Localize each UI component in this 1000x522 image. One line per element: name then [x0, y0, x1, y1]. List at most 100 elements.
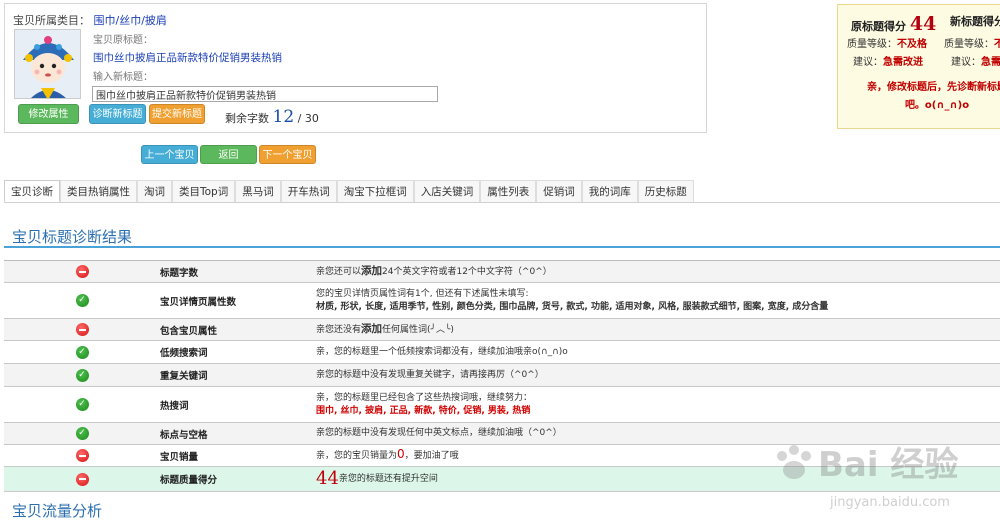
advice-value: 急需改进	[883, 57, 923, 68]
new-title-input[interactable]	[92, 86, 438, 102]
tab-title-history[interactable]: 历史标题	[637, 180, 694, 202]
tab-entry-keywords[interactable]: 入店关键词	[413, 180, 481, 202]
product-card: 宝贝所属类目： 围巾/丝巾/披肩 宝贝原标题： 围巾丝巾披肩正品新款特价促销男装…	[4, 3, 707, 133]
tab-attribute-list[interactable]: 属性列表	[480, 180, 537, 202]
orig-score-label: 原标题得分	[851, 20, 906, 33]
fail-icon	[75, 323, 89, 336]
row-detail: 您的宝贝详情页属性词有1个, 但还有下述属性未填写: 材质, 形状, 长度, 适…	[316, 288, 1000, 314]
row-label: 热搜词	[160, 400, 189, 412]
row-label: 标题字数	[160, 267, 199, 279]
table-row: ✓ 宝贝详情页属性数 您的宝贝详情页属性词有1个, 但还有下述属性未填写: 材质…	[4, 283, 1000, 319]
tab-my-word-library[interactable]: 我的词库	[581, 180, 638, 202]
new-score-heading: 新标题得分	[950, 15, 1000, 28]
row-detail: 亲您还没有添加任何属性词(╯︿╰)	[316, 323, 1000, 337]
table-row: 标题字数 亲您还可以添加24个英文字符或者12个中文字符（^0^）	[4, 261, 1000, 283]
tab-promo-words[interactable]: 促销词	[536, 180, 582, 202]
row-detail: 44亲您的标题还有提升空间	[316, 470, 1000, 488]
next-item-button[interactable]: 下一个宝贝	[259, 145, 316, 164]
category-link[interactable]: 围巾/丝巾/披肩	[94, 14, 167, 27]
modify-attributes-button[interactable]: 修改属性	[18, 104, 79, 124]
tab-category-hot-attributes[interactable]: 类目热销属性	[60, 180, 137, 202]
hot-words-list: 围巾, 丝巾, 披肩, 正品, 新款, 特价, 促销, 男装, 热销	[316, 405, 531, 416]
new-title-label: 输入新标题：	[93, 72, 153, 83]
remaining-chars: 剩余字数 12 / 30	[225, 107, 319, 127]
orig-score-value: 44	[909, 13, 937, 35]
table-row: 标题质量得分 44亲您的标题还有提升空间	[4, 467, 1000, 492]
diagnosis-section-title: 宝贝标题诊断结果	[12, 228, 133, 246]
title-score: 44	[316, 468, 339, 489]
detail-text: 您的宝贝详情页属性词有1个, 但还有下述属性未填写:	[316, 288, 529, 299]
orig-advice-row: 建议：急需改进	[853, 53, 923, 68]
fail-icon	[75, 449, 89, 462]
row-label: 低频搜索词	[160, 348, 208, 359]
row-label: 宝贝详情页属性数	[160, 296, 237, 308]
table-row: ✓ 标点与空格 亲您的标题中没有发现任何中英文标点，继续加油哦（^0^）	[4, 423, 1000, 445]
tab-tao-words[interactable]: 淘词	[137, 180, 172, 202]
prev-item-button[interactable]: 上一个宝贝	[141, 145, 198, 164]
pass-icon: ✓	[75, 427, 89, 440]
quality-value: 不及格	[897, 39, 927, 50]
table-row: 宝贝销量 亲，您的宝贝销量为0，要加油了哦	[4, 445, 1000, 467]
sales-count: 0	[397, 447, 405, 461]
pass-icon: ✓	[75, 398, 89, 411]
detail-text: 亲您还没有	[316, 324, 362, 335]
back-button[interactable]: 返回	[200, 145, 257, 164]
tab-dropdown-words[interactable]: 淘宝下拉框词	[336, 180, 414, 202]
row-label: 标题质量得分	[160, 475, 218, 486]
category-row: 宝贝所属类目： 围巾/丝巾/披肩	[13, 12, 167, 28]
detail-text: 任何属性词(╯︿╰)	[382, 324, 454, 335]
product-thumbnail	[14, 29, 81, 99]
new-quality-row: 质量等级：不	[944, 35, 1000, 50]
table-row: ✓ 热搜词 亲，您的标题里已经包含了这些热搜词哦，继续努力： 围巾, 丝巾, 披…	[4, 387, 1000, 423]
tab-bar: 宝贝诊断 类目热销属性 淘词 类目Top词 黑马词 开车热词 淘宝下拉框词 入店…	[4, 180, 694, 202]
advice-label: 建议：	[951, 57, 981, 68]
pass-icon: ✓	[75, 294, 89, 307]
quality-label: 质量等级：	[944, 39, 994, 50]
category-label: 宝贝所属类目：	[13, 14, 90, 27]
table-row: ✓ 重复关键词 亲您的标题中没有发现重复关键字，请再接再厉（^0^）	[4, 364, 1000, 387]
orig-score-heading: 原标题得分 44	[851, 13, 936, 35]
detail-text: 亲，您的标题里已经包含了这些热搜词哦，继续努力：	[316, 392, 533, 403]
diagnose-title-button[interactable]: 诊断新标题	[89, 104, 146, 124]
section-divider	[4, 246, 1000, 248]
missing-attributes: 材质, 形状, 长度, 适用季节, 性别, 颜色分类, 围巾品牌, 货号, 款式…	[316, 301, 829, 312]
diagnosis-table: 标题字数 亲您还可以添加24个英文字符或者12个中文字符（^0^） ✓ 宝贝详情…	[4, 260, 1000, 492]
advice-value: 急需	[981, 57, 1000, 68]
row-detail: 亲，您的标题里已经包含了这些热搜词哦，继续努力： 围巾, 丝巾, 披肩, 正品,…	[316, 392, 1000, 418]
detail-emphasis: 添加	[361, 264, 383, 277]
submit-title-button[interactable]: 提交新标题	[149, 104, 205, 124]
orig-title-label: 宝贝原标题：	[93, 35, 153, 46]
table-row: ✓ 低频搜索词 亲，您的标题里一个低频搜索词都没有，继续加油哦亲o(∩_∩)o	[4, 341, 1000, 364]
advice-label: 建议：	[853, 57, 883, 68]
tab-dark-horse-words[interactable]: 黑马词	[235, 180, 281, 202]
tab-category-top-words[interactable]: 类目Top词	[172, 180, 236, 202]
row-detail: 亲您还可以添加24个英文字符或者12个中文字符（^0^）	[316, 265, 1000, 279]
detail-text: ，要加油了哦	[404, 451, 459, 461]
orig-title: 围巾丝巾披肩正品新款特价促销男装热销	[93, 52, 282, 64]
tab-ad-hot-words[interactable]: 开车热词	[280, 180, 337, 202]
row-detail: 亲，您的标题里一个低频搜索词都没有，继续加油哦亲o(∩_∩)o	[316, 346, 568, 357]
remaining-label: 剩余字数	[225, 112, 269, 125]
detail-emphasis: 添加	[361, 322, 383, 335]
quality-value: 不	[994, 39, 1000, 50]
orig-quality-row: 质量等级：不及格	[847, 35, 927, 50]
pass-icon: ✓	[75, 345, 89, 359]
score-panel: 原标题得分 44 新标题得分 质量等级：不及格 质量等级：不 建议：急需改进 建…	[837, 4, 1000, 129]
product-image	[15, 30, 80, 98]
row-label: 宝贝销量	[160, 451, 199, 463]
tab-item-diagnosis[interactable]: 宝贝诊断	[4, 180, 60, 202]
detail-text: 亲，您的宝贝销量为	[316, 451, 398, 461]
fail-icon	[75, 265, 89, 278]
fail-icon	[75, 472, 89, 486]
detail-text: 24个英文字符或者12个中文字符（^0^）	[382, 266, 552, 277]
remaining-total: / 30	[297, 112, 319, 125]
row-detail: 亲您的标题中没有发现任何中英文标点，继续加油哦（^0^）	[316, 428, 562, 438]
detail-text: 亲您还可以	[316, 266, 362, 277]
watermark-url: jingyan.baidu.com	[829, 495, 950, 510]
traffic-section-title: 宝贝流量分析	[12, 502, 103, 520]
quality-label: 质量等级：	[847, 39, 897, 50]
pass-icon: ✓	[75, 368, 89, 382]
table-row: 包含宝贝属性 亲您还没有添加任何属性词(╯︿╰)	[4, 319, 1000, 341]
tab-divider	[4, 202, 1000, 203]
new-advice-row: 建议：急需	[951, 53, 1000, 68]
